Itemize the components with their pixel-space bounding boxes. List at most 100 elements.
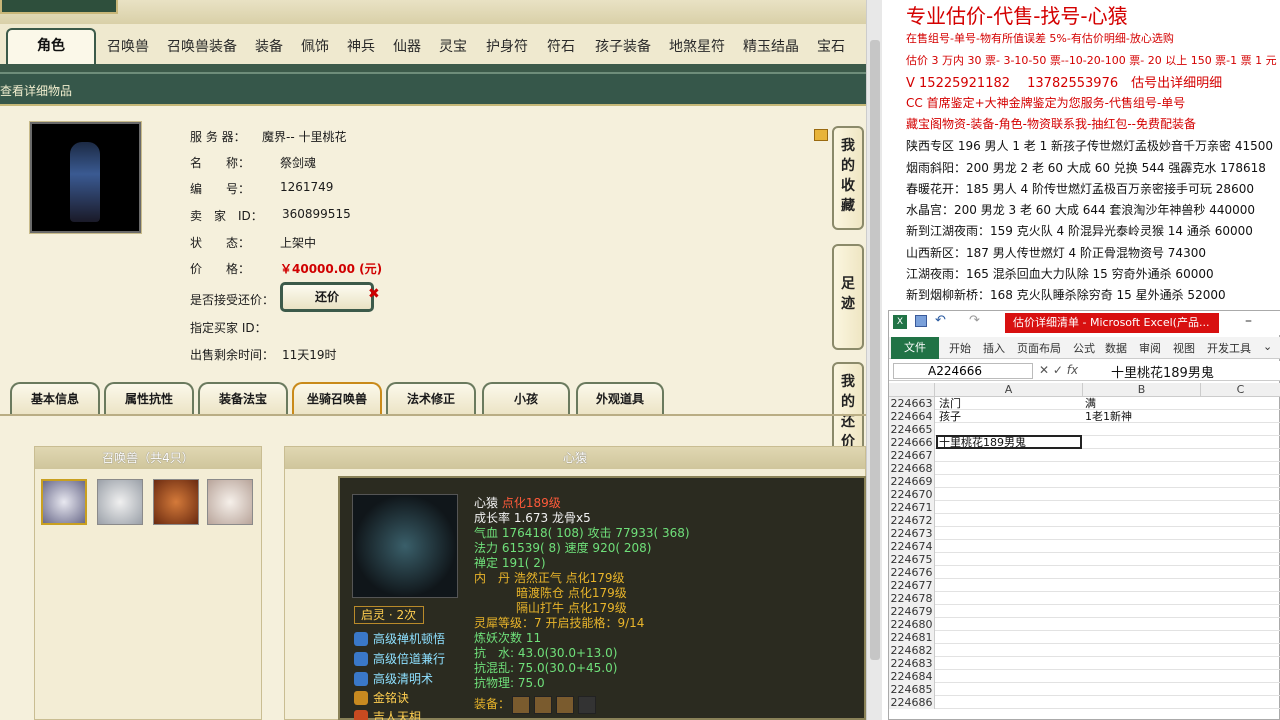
green-divider <box>0 64 866 72</box>
tab-equip[interactable]: 装备 <box>248 34 290 60</box>
sheet-row: 224667 <box>889 449 1280 462</box>
pet-equip-label: 装备： <box>474 697 511 711</box>
row-number[interactable]: 224665 <box>889 423 935 436</box>
formula-input[interactable]: 十里桃花189男鬼 <box>1111 362 1214 381</box>
tab-star-talisman[interactable]: 地煞星符 <box>662 34 732 60</box>
tab-weapon[interactable]: 神兵 <box>340 34 382 60</box>
row-number[interactable]: 224672 <box>889 514 935 527</box>
favorite-add-icon[interactable] <box>814 129 828 141</box>
category-tabs: 角色 召唤兽 召唤兽装备 装备 佩饰 神兵 仙器 灵宝 护身符 符石 孩子装备 … <box>0 24 866 64</box>
row-number[interactable]: 224680 <box>889 618 935 631</box>
screen: 角色 召唤兽 召唤兽装备 装备 佩饰 神兵 仙器 灵宝 护身符 符石 孩子装备 … <box>0 0 1280 720</box>
sheet-row: 224682 <box>889 644 1280 657</box>
redo-icon[interactable]: ↷ <box>969 313 980 328</box>
character-figure <box>70 142 100 222</box>
save-icon[interactable] <box>915 315 927 327</box>
ribbon-tab-review[interactable]: 审阅 <box>1139 340 1161 356</box>
row-number[interactable]: 224681 <box>889 631 935 644</box>
pet-thumbnail[interactable] <box>207 479 253 525</box>
row-number[interactable]: 224663 <box>889 397 935 410</box>
sheet-row: 224684 <box>889 670 1280 683</box>
footprint-button[interactable]: 足迹 <box>832 244 864 350</box>
pet-thumbnail[interactable] <box>153 479 199 525</box>
row-number[interactable]: 224678 <box>889 592 935 605</box>
tab-artifact[interactable]: 仙器 <box>386 34 428 60</box>
tab-pet[interactable]: 召唤兽 <box>100 34 156 60</box>
sheet-row: 224666 十里桃花189男鬼 <box>889 435 1280 449</box>
pet-equip-icon[interactable] <box>534 696 552 714</box>
tab-child[interactable]: 小孩 <box>482 382 570 414</box>
row-number[interactable]: 224666 <box>889 436 935 449</box>
file-tab[interactable]: 文件 <box>891 337 939 359</box>
ribbon-tab-developer[interactable]: 开发工具 <box>1207 340 1251 356</box>
row-number[interactable]: 224664 <box>889 410 935 423</box>
tab-pet-equip[interactable]: 召唤兽装备 <box>160 34 244 60</box>
row-number[interactable]: 224683 <box>889 657 935 670</box>
formula-icons[interactable]: ✕ ✓ fx <box>1039 363 1078 377</box>
tab-gem[interactable]: 宝石 <box>810 34 852 60</box>
row-number[interactable]: 224682 <box>889 644 935 657</box>
row-number[interactable]: 224679 <box>889 605 935 618</box>
row-number[interactable]: 224676 <box>889 566 935 579</box>
cell-a[interactable]: 法门 <box>939 397 961 410</box>
ribbon-tab-data[interactable]: 数据 <box>1105 340 1127 356</box>
row-number[interactable]: 224675 <box>889 553 935 566</box>
pet-mp-speed: 法力 61539( 8) 速度 920( 208) <box>474 541 652 555</box>
counter-offer-button[interactable]: 还价 <box>280 282 374 312</box>
my-favorites-button[interactable]: 我的收藏 <box>832 126 864 230</box>
sheet-row: 224678 <box>889 592 1280 605</box>
tab-role[interactable]: 角色 <box>6 28 96 64</box>
tab-jade-crystal[interactable]: 精玉结晶 <box>736 34 806 60</box>
pet-thumbnail[interactable] <box>97 479 143 525</box>
vertical-scrollbar[interactable] <box>866 0 882 720</box>
cell-b[interactable]: 1老1新神 <box>1085 410 1132 423</box>
ribbon-tab-insert[interactable]: 插入 <box>983 340 1005 356</box>
row-number[interactable]: 224686 <box>889 696 935 709</box>
notes-red-line: 在售组号-单号-物有所值误差 5%-有估价明细-放心选购 <box>906 32 1174 45</box>
tab-child-equip[interactable]: 孩子装备 <box>588 34 658 60</box>
tab-equip-treasure[interactable]: 装备法宝 <box>198 382 288 414</box>
tab-spell-modify[interactable]: 法术修正 <box>386 382 476 414</box>
tab-accessory[interactable]: 佩饰 <box>294 34 336 60</box>
row-number[interactable]: 224668 <box>889 462 935 475</box>
row-number[interactable]: 224677 <box>889 579 935 592</box>
notes-panel: 专业估价-代售-找号-心猿 在售组号-单号-物有所值误差 5%-有估价明细-放心… <box>882 0 1280 312</box>
tab-mount-pet[interactable]: 坐骑召唤兽 <box>292 382 382 414</box>
scrollbar-thumb[interactable] <box>870 40 880 660</box>
ribbon-tab-formulas[interactable]: 公式 <box>1073 340 1095 356</box>
ribbon-tab-layout[interactable]: 页面布局 <box>1017 340 1061 356</box>
tab-appearance[interactable]: 外观道具 <box>576 382 664 414</box>
cell-a[interactable]: 孩子 <box>939 410 961 423</box>
row-number[interactable]: 224674 <box>889 540 935 553</box>
pet-thumbnail[interactable] <box>41 479 87 525</box>
ribbon-tab-home[interactable]: 开始 <box>949 340 971 356</box>
tab-basic-info[interactable]: 基本信息 <box>10 382 100 414</box>
row-number[interactable]: 224667 <box>889 449 935 462</box>
sheet-row: 224681 <box>889 631 1280 644</box>
ribbon-collapse-icon[interactable]: ⌄ <box>1263 340 1272 353</box>
row-number[interactable]: 224673 <box>889 527 935 540</box>
row-number[interactable]: 224669 <box>889 475 935 488</box>
cell-b[interactable]: 满 <box>1085 397 1096 410</box>
column-header[interactable]: A <box>935 383 1083 397</box>
corner-cell[interactable] <box>889 383 935 397</box>
sheet-row: 224675 <box>889 553 1280 566</box>
row-number[interactable]: 224684 <box>889 670 935 683</box>
pet-equip-icon[interactable] <box>556 696 574 714</box>
pet-equip-icon[interactable] <box>512 696 530 714</box>
minimize-icon[interactable]: – <box>1245 313 1252 329</box>
column-header[interactable]: B <box>1083 383 1201 397</box>
row-number[interactable]: 224670 <box>889 488 935 501</box>
row-number[interactable]: 224685 <box>889 683 935 696</box>
name-box[interactable]: A224666 <box>893 363 1033 379</box>
row-number[interactable]: 224671 <box>889 501 935 514</box>
ribbon-tab-view[interactable]: 视图 <box>1173 340 1195 356</box>
tab-amulet[interactable]: 护身符 <box>478 34 536 60</box>
sheet-row: 224670 <box>889 488 1280 501</box>
tab-attributes[interactable]: 属性抗性 <box>104 382 194 414</box>
column-header[interactable]: C <box>1201 383 1280 397</box>
pet-equip-icon[interactable] <box>578 696 596 714</box>
tab-spirit-treasure[interactable]: 灵宝 <box>432 34 474 60</box>
tab-rune[interactable]: 符石 <box>540 34 582 60</box>
undo-icon[interactable]: ↶ <box>935 313 946 328</box>
